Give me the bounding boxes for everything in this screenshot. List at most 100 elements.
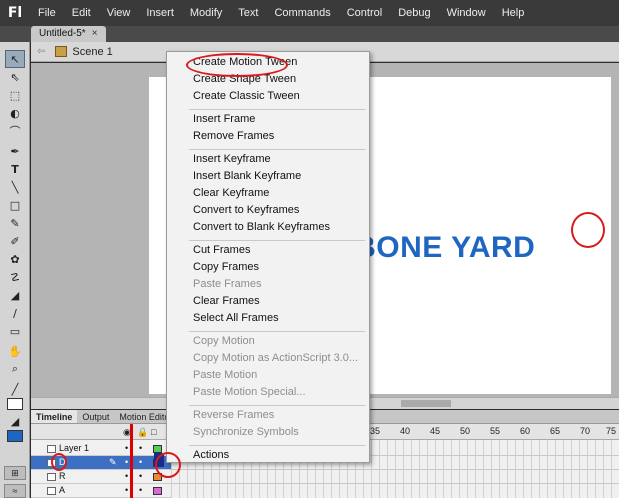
menu-item-copy-motion: Copy Motion (193, 335, 255, 347)
text-tool-icon[interactable]: T (5, 160, 25, 178)
app-logo: Fl (0, 0, 30, 26)
menu-item-convert-to-keyframes[interactable]: Convert to Keyframes (193, 204, 299, 216)
menu-text[interactable]: Text (230, 0, 266, 26)
annotation-circle (571, 212, 605, 248)
free-transform-tool-icon[interactable]: ⬚ (5, 86, 25, 104)
frame-context-menu: Create Motion Tween Create Shape Tween Cre… (166, 51, 370, 463)
row-divider (171, 483, 619, 484)
bone-tool-icon[interactable]: ☡ (5, 268, 25, 286)
lock-dot[interactable]: • (139, 485, 142, 495)
menu-item-copy-motion-as-actionscript-3-0: Copy Motion as ActionScript 3.0... (193, 352, 359, 364)
document-tab[interactable]: Untitled-5* × (31, 26, 106, 42)
frame-number: 40 (400, 426, 411, 436)
frame-number: 65 (550, 426, 561, 436)
document-tab-bar: Untitled-5* × (0, 26, 619, 42)
menu-insert[interactable]: Insert (138, 0, 182, 26)
pencil-icon: ✎ (109, 457, 117, 467)
flash-window: Fl File Edit View Insert Modify Text Com… (0, 0, 619, 498)
eyedropper-tool-icon[interactable]: ∕ (5, 304, 25, 322)
layer-color-swatch[interactable] (153, 487, 162, 495)
pencil-tool-icon[interactable]: ✎ (5, 214, 25, 232)
lock-dot[interactable]: • (139, 471, 142, 481)
stroke-color-swatch[interactable] (7, 398, 23, 410)
fill-bucket-icon[interactable]: ◢ (5, 412, 25, 430)
tools-panel: ↖ ⇖ ⬚ ◐ ⌒ ✒ T ╲ □ ✎ ✐ ✿ ☡ ◢ ∕ ▭ ✋ ⌕ ╱ ◢ … (0, 42, 30, 498)
menu-item-select-all-frames[interactable]: Select All Frames (193, 312, 279, 324)
layer-row[interactable]: R • • (31, 470, 171, 484)
layer-row[interactable]: Layer 1 • • (31, 442, 171, 456)
menu-item-insert-keyframe[interactable]: Insert Keyframe (193, 153, 271, 165)
playhead[interactable] (130, 424, 133, 498)
menu-item-paste-motion-special: Paste Motion Special... (193, 386, 306, 398)
frame-number: 35 (370, 426, 381, 436)
layer-row[interactable]: A • • (31, 484, 171, 498)
menu-modify[interactable]: Modify (182, 0, 230, 26)
menu-item-clear-keyframe[interactable]: Clear Keyframe (193, 187, 269, 199)
scrollbar-thumb[interactable] (401, 400, 451, 407)
menu-edit[interactable]: Edit (64, 0, 99, 26)
menu-separator (189, 109, 365, 110)
deco-tool-icon[interactable]: ✿ (5, 250, 25, 268)
paint-bucket-tool-icon[interactable]: ◢ (5, 286, 25, 304)
menu-separator (189, 149, 365, 150)
menu-control[interactable]: Control (339, 0, 390, 26)
menu-debug[interactable]: Debug (390, 0, 438, 26)
menu-item-insert-frame[interactable]: Insert Frame (193, 113, 255, 125)
menu-file[interactable]: File (30, 0, 64, 26)
lock-dot[interactable]: • (139, 457, 142, 467)
menu-bar: Fl File Edit View Insert Modify Text Com… (0, 0, 619, 26)
3d-rotation-tool-icon[interactable]: ◐ (5, 104, 25, 122)
menu-item-paste-motion: Paste Motion (193, 369, 258, 381)
snap-icon[interactable]: ⊞ (4, 466, 26, 480)
brush-tool-icon[interactable]: ✐ (5, 232, 25, 250)
layer-color-swatch[interactable] (153, 445, 162, 453)
zoom-tool-icon[interactable]: ⌕ (5, 360, 25, 378)
menu-item-paste-frames: Paste Frames (193, 278, 262, 290)
menu-item-insert-blank-keyframe[interactable]: Insert Blank Keyframe (193, 170, 301, 182)
back-arrow-icon[interactable]: ⇦ (37, 46, 45, 57)
menu-view[interactable]: View (99, 0, 139, 26)
menu-item-convert-to-blank-keyframes[interactable]: Convert to Blank Keyframes (193, 221, 330, 233)
visibility-dot[interactable]: • (125, 471, 128, 481)
close-icon[interactable]: × (92, 28, 98, 39)
pen-tool-icon[interactable]: ✒ (5, 142, 25, 160)
line-tool-icon[interactable]: ╲ (5, 178, 25, 196)
menu-help[interactable]: Help (494, 0, 533, 26)
menu-commands[interactable]: Commands (266, 0, 338, 26)
stroke-color-icon[interactable]: ╱ (5, 380, 25, 398)
layer-icon (47, 487, 56, 495)
frame-number: 60 (520, 426, 531, 436)
subselection-tool-icon[interactable]: ⇖ (5, 68, 25, 86)
tab-output[interactable]: Output (77, 410, 114, 423)
menu-window[interactable]: Window (439, 0, 494, 26)
smooth-icon[interactable]: ≈ (4, 484, 26, 498)
menu-item-copy-frames[interactable]: Copy Frames (193, 261, 259, 273)
hand-tool-icon[interactable]: ✋ (5, 342, 25, 360)
eraser-tool-icon[interactable]: ▭ (5, 322, 25, 340)
annotation-circle (155, 452, 181, 478)
scene-icon (55, 46, 68, 57)
frame-number: 55 (490, 426, 501, 436)
rectangle-tool-icon[interactable]: □ (5, 196, 25, 214)
tab-timeline[interactable]: Timeline (31, 410, 78, 423)
frame-number: 45 (430, 426, 441, 436)
menu-item-create-classic-tween[interactable]: Create Classic Tween (193, 90, 300, 102)
outline-icon[interactable]: □ (151, 427, 156, 437)
lock-dot[interactable]: • (139, 443, 142, 453)
menu-item-remove-frames[interactable]: Remove Frames (193, 130, 274, 142)
annotation-circle (51, 453, 67, 471)
lock-icon[interactable]: 🔒 (137, 427, 148, 438)
selection-tool-icon[interactable]: ↖ (5, 50, 25, 68)
menu-item-reverse-frames: Reverse Frames (193, 409, 275, 421)
visibility-dot[interactable]: • (125, 485, 128, 495)
layer-name: R (59, 471, 66, 481)
visibility-dot[interactable]: • (125, 443, 128, 453)
menu-item-clear-frames[interactable]: Clear Frames (193, 295, 260, 307)
lasso-tool-icon[interactable]: ⌒ (5, 122, 25, 140)
annotation-circle (186, 53, 288, 77)
visibility-dot[interactable]: • (125, 457, 128, 467)
menu-item-cut-frames[interactable]: Cut Frames (193, 244, 250, 256)
fill-color-swatch[interactable] (7, 430, 23, 442)
scene-label: Scene 1 (72, 45, 113, 58)
menu-item-actions[interactable]: Actions (193, 449, 229, 461)
